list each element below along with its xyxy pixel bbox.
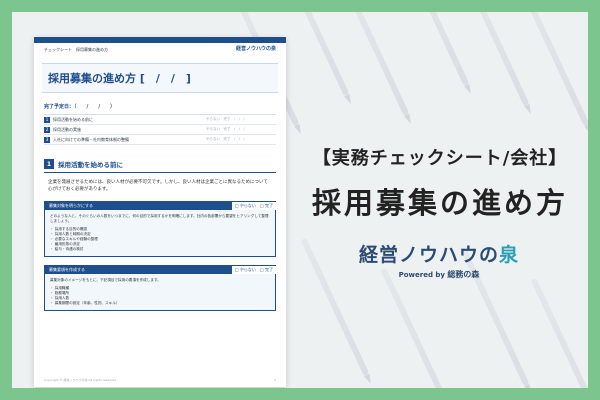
task-skip-checkbox[interactable]: □ やらない [235,267,256,273]
task-title: 募集対象を明らかにする [49,203,94,208]
document-preview: チェックシート 採用募集の進め方 経営ノウハウの泉 採用募集の進め方 [ / /… [34,37,286,387]
document-title: 採用募集の進め方 [ / / ] [48,70,272,86]
brand-logo: 経営ノウハウの泉 Powered by 総務の森 [334,240,544,280]
task-bullets: ・ 採用する目的の確認 ・ 採用人数と時期の決定 ・ 必要なスキルや経験の整理 … [50,227,270,252]
toc-number: 2 [44,126,50,133]
task-title: 募集要項を作成する [49,267,85,272]
table-of-contents: 1 採用活動を始める前に やらない 完了 / / / 2 採用活動の実施 やらな… [44,114,276,145]
document-footer: Copyright © 経営ノウハウの泉 All rights reserved… [44,378,276,382]
logo-wordmark: 経営ノウハウの泉 [334,240,544,267]
toc-marks: やらない 完了 / / / [206,137,245,141]
section-heading: 1 採用活動を始める前に [44,159,276,173]
footer-copyright: Copyright © 経営ノウハウの泉 All rights reserved… [44,378,117,382]
toc-item: 1 採用活動を始める前に やらない 完了 / / / [44,115,276,125]
due-date-label: 完了予定日：（ / / ） [44,104,116,110]
task-skip-checkbox[interactable]: □ やらない [235,203,256,209]
pencil-decoration [400,12,470,87]
task-bullet: ・ 募集期間の設定（年齢、性別、スキル） [50,301,120,305]
category-label: 【実務チェックシート/会社】 [312,148,568,169]
toc-text: 採用活動を始める前に [53,116,93,122]
task-done-checkbox[interactable]: □ 完了 [260,203,273,209]
section-text: 企業を発展させるためには、良い人材が必要不可欠です。しかし、良い人材は企業ごとに… [48,180,268,192]
document-title-text: 採用募集の進め方 [48,72,136,85]
toc-number: 1 [44,116,50,123]
logo-water-glyph: 泉 [499,244,520,266]
pencil-decoration [380,267,450,388]
document-header-left: チェックシート 採用募集の進め方 [44,47,108,52]
document-header: チェックシート 採用募集の進め方 経営ノウハウの泉 [34,43,286,57]
toc-text: 入社に向けての準備・社内教育体制の整備 [53,136,129,142]
powered-by-text: Powered by [398,271,445,279]
toc-marks: やらない 完了 / / / [206,127,245,131]
task-checkboxes: □ やらない □ 完了 [231,266,276,274]
section-number: 1 [44,159,54,169]
pencil-decoration [280,12,350,97]
section-title: 採用活動を始める前に [58,161,123,169]
task-header: 募集対象を明らかにする □ やらない □ 完了 [45,202,276,210]
task-box: 募集対象を明らかにする □ やらない □ 完了 どのような人と、そのぐらいの人数… [44,201,276,257]
powered-by-brand: 総務の森 [447,270,480,279]
task-description: 募集対象のイメージをもとに、下記項目で採用の要項を作成します。 [50,278,161,282]
toc-item: 3 入社に向けての準備・社内教育体制の整備 やらない 完了 / / / [44,135,276,145]
task-body: どのような人と、そのぐらいの人数をいつまでに、何の目的で採用するかを明確にします… [45,210,275,256]
footer-page-number: 1 [274,378,276,382]
task-box: 募集要項を作成する □ やらない □ 完了 募集対象のイメージをもとに、下記項目… [44,265,276,311]
toc-marks: やらない 完了 / / / [206,117,245,121]
task-body: 募集対象のイメージをもとに、下記項目で採用の要項を作成します。 ・ 採用職種 ・… [45,274,275,310]
task-done-checkbox[interactable]: □ 完了 [260,267,273,273]
toc-number: 3 [44,136,50,143]
document-header-logo: 経営ノウハウの泉 [235,46,276,52]
task-checkboxes: □ やらない □ 完了 [231,202,276,210]
logo-text: 経営ノウハウの [358,244,499,266]
pencil-decoration [530,277,588,388]
logo-powered-by: Powered by 総務の森 [334,269,544,280]
document-title-box: 採用募集の進め方 [ / / ] [42,63,278,93]
banner-frame: チェックシート 採用募集の進め方 経営ノウハウの泉 採用募集の進め方 [ / /… [12,12,588,388]
toc-text: 採用活動の実施 [53,126,81,132]
task-description: どのような人と、そのぐらいの人数をいつまでに、何の目的で採用するかを明確にします… [50,214,269,223]
toc-item: 2 採用活動の実施 やらない 完了 / / / [44,125,276,135]
task-bullets: ・ 採用職種 ・ 勤務場所 ・ 採用人数 ・ 募集期間の設定（年齢、性別、スキル… [50,286,270,306]
task-header: 募集要項を作成する □ やらない □ 完了 [45,266,276,274]
task-bullet: ・ 給与・待遇の検討 [50,247,84,251]
main-title: 採用募集の進め方 [311,186,568,220]
document-title-date: [ / / ] [139,72,191,85]
